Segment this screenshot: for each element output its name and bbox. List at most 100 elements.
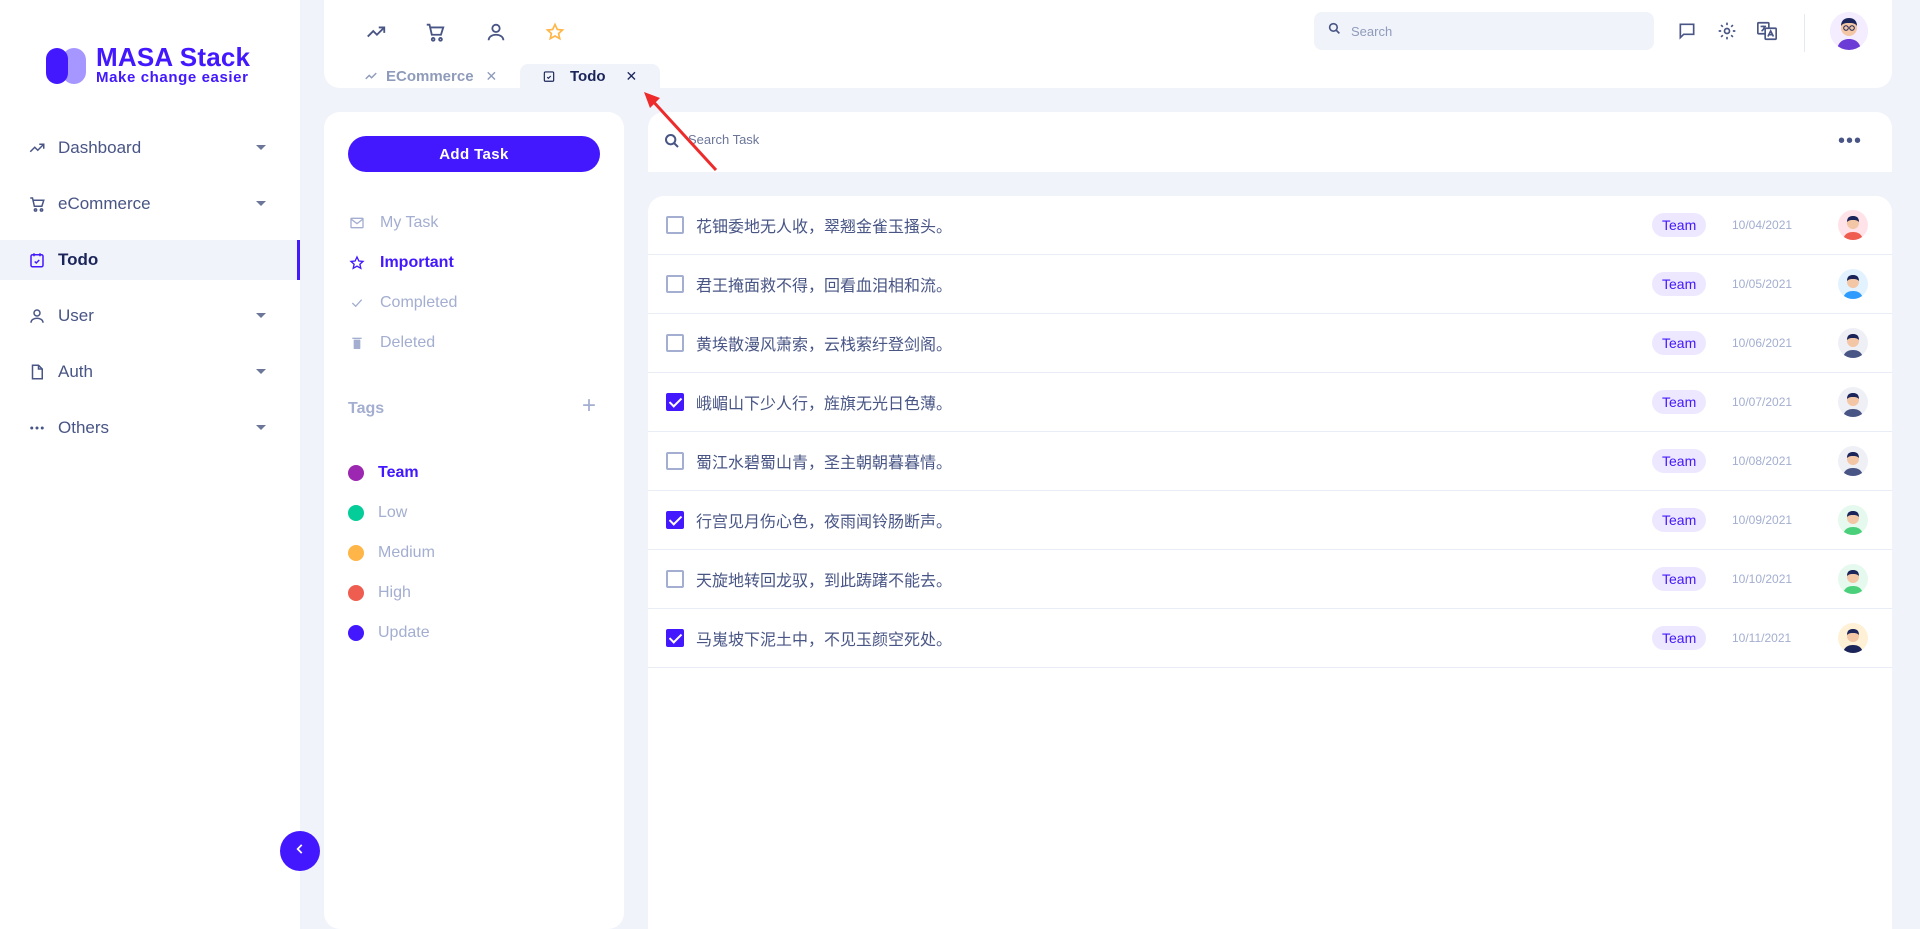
- sidebar-item-label: Todo: [58, 250, 99, 269]
- task-checkbox[interactable]: [666, 216, 684, 234]
- assignee-avatar[interactable]: [1838, 505, 1868, 535]
- task-checkbox[interactable]: [666, 393, 684, 411]
- sidebar-item-ecommerce[interactable]: eCommerce: [0, 184, 300, 224]
- logo-mark: [46, 44, 88, 86]
- task-row[interactable]: 马嵬坡下泥土中，不见玉颜空死处。 Team 10/11/2021: [648, 609, 1892, 668]
- tag-update[interactable]: Update: [348, 624, 430, 642]
- tag-low[interactable]: Low: [348, 504, 407, 522]
- sidebar-item-dashboard[interactable]: Dashboard: [0, 128, 300, 168]
- assignee-avatar[interactable]: [1838, 564, 1868, 594]
- chevron-down-icon: [256, 145, 266, 150]
- more-options-icon[interactable]: •••: [1838, 131, 1862, 151]
- filter-completed[interactable]: Completed: [348, 294, 457, 312]
- global-search[interactable]: [1314, 12, 1654, 50]
- sidebar-item-auth[interactable]: Auth: [0, 352, 300, 392]
- task-checkbox[interactable]: [666, 275, 684, 293]
- dots-icon: [28, 419, 46, 437]
- filter-label: Deleted: [380, 334, 436, 351]
- task-date: 10/10/2021: [1732, 572, 1793, 586]
- cart-icon: [28, 195, 46, 213]
- filter-label: Important: [380, 254, 454, 271]
- assignee-avatar[interactable]: [1838, 387, 1868, 417]
- close-icon[interactable]: ✕: [486, 68, 498, 85]
- task-row[interactable]: 蜀江水碧蜀山青，圣主朝朝暮暮情。 Team 10/08/2021: [648, 432, 1892, 491]
- tag-label: High: [378, 584, 411, 601]
- tag-high[interactable]: High: [348, 584, 411, 602]
- filter-label: Completed: [380, 294, 458, 311]
- sidebar-item-others[interactable]: Others: [0, 408, 300, 448]
- task-title: 蜀江水碧蜀山青，圣主朝朝暮暮情。: [696, 453, 953, 472]
- assignee-avatar[interactable]: [1838, 623, 1868, 653]
- tag-label: Team: [378, 464, 419, 481]
- translate-icon[interactable]: [1756, 20, 1778, 42]
- task-tag-badge: Team: [1652, 449, 1707, 473]
- task-title: 花钿委地无人收，翠翘金雀玉搔头。: [696, 217, 953, 236]
- task-checkbox[interactable]: [666, 334, 684, 352]
- logo[interactable]: MASA Stack Make change easier: [46, 44, 250, 86]
- task-row[interactable]: 黄埃散漫风萧索，云栈萦纡登剑阁。 Team 10/06/2021: [648, 314, 1892, 373]
- task-title: 峨嵋山下少人行，旌旗无光日色薄。: [696, 394, 953, 413]
- filter-deleted[interactable]: Deleted: [348, 334, 435, 352]
- tab-label: Todo: [570, 67, 606, 85]
- task-tag-badge: Team: [1652, 626, 1707, 650]
- task-row[interactable]: 天旋地转回龙驭，到此踌躇不能去。 Team 10/10/2021: [648, 550, 1892, 609]
- close-icon[interactable]: ✕: [626, 68, 638, 85]
- task-date: 10/08/2021: [1732, 454, 1793, 468]
- gear-icon[interactable]: [1716, 20, 1738, 42]
- star-icon[interactable]: [543, 20, 567, 44]
- task-checkbox[interactable]: [666, 511, 684, 529]
- collapse-sidebar-button[interactable]: [280, 831, 320, 871]
- chevron-down-icon: [256, 313, 266, 318]
- user-icon[interactable]: [484, 20, 508, 44]
- sidebar: MASA Stack Make change easier Dashboard …: [0, 0, 300, 929]
- chevron-left-icon: [293, 842, 307, 861]
- task-tag-badge: Team: [1652, 213, 1707, 237]
- assignee-avatar[interactable]: [1838, 328, 1868, 358]
- task-checkbox[interactable]: [666, 452, 684, 470]
- task-date: 10/05/2021: [1732, 277, 1793, 291]
- search-icon: [1328, 22, 1341, 40]
- assignee-avatar[interactable]: [1838, 446, 1868, 476]
- mail-icon: [348, 215, 366, 231]
- task-search-input[interactable]: [688, 132, 1588, 147]
- sidebar-item-todo[interactable]: Todo: [0, 240, 300, 280]
- user-avatar[interactable]: [1830, 12, 1868, 50]
- add-task-button[interactable]: Add Task: [348, 136, 600, 172]
- sidebar-item-label: Others: [58, 418, 110, 437]
- assignee-avatar[interactable]: [1838, 269, 1868, 299]
- tag-dot: [348, 465, 364, 481]
- task-checkbox[interactable]: [666, 629, 684, 647]
- tag-team[interactable]: Team: [348, 464, 419, 482]
- task-title: 天旋地转回龙驭，到此踌躇不能去。: [696, 571, 953, 590]
- task-row[interactable]: 行宫见月伤心色，夜雨闻铃肠断声。 Team 10/09/2021: [648, 491, 1892, 550]
- task-tag-badge: Team: [1652, 390, 1707, 414]
- task-row[interactable]: 峨嵋山下少人行，旌旗无光日色薄。 Team 10/07/2021: [648, 373, 1892, 432]
- todo-sidebar: Add Task My Task Important Completed Del…: [324, 112, 624, 929]
- task-date: 10/04/2021: [1732, 218, 1793, 232]
- sidebar-item-user[interactable]: User: [0, 296, 300, 336]
- cart-icon[interactable]: [423, 20, 447, 44]
- message-icon[interactable]: [1676, 20, 1698, 42]
- task-row[interactable]: 花钿委地无人收，翠翘金雀玉搔头。 Team 10/04/2021: [648, 196, 1892, 255]
- task-checkbox[interactable]: [666, 570, 684, 588]
- star-icon: [348, 255, 366, 271]
- tag-dot: [348, 505, 364, 521]
- trending-up-icon[interactable]: [364, 20, 388, 44]
- filter-important[interactable]: Important: [348, 254, 454, 272]
- tag-dot: [348, 545, 364, 561]
- trending-up-icon: [364, 69, 378, 83]
- task-title: 黄埃散漫风萧索，云栈萦纡登剑阁。: [696, 335, 953, 354]
- assignee-avatar[interactable]: [1838, 210, 1868, 240]
- task-row[interactable]: 君王掩面救不得，回看血泪相和流。 Team 10/05/2021: [648, 255, 1892, 314]
- filter-my-task[interactable]: My Task: [348, 214, 438, 232]
- task-title: 马嵬坡下泥土中，不见玉颜空死处。: [696, 630, 953, 649]
- task-title: 君王掩面救不得，回看血泪相和流。: [696, 276, 953, 295]
- tag-medium[interactable]: Medium: [348, 544, 435, 562]
- tab-todo[interactable]: Todo ✕: [520, 64, 660, 88]
- add-tag-button[interactable]: +: [582, 394, 596, 418]
- tab-ecommerce[interactable]: ECommerce ✕: [364, 64, 497, 88]
- calendar-check-icon: [542, 69, 556, 83]
- search-input[interactable]: [1351, 23, 1631, 39]
- task-date: 10/09/2021: [1732, 513, 1793, 527]
- task-tag-badge: Team: [1652, 508, 1707, 532]
